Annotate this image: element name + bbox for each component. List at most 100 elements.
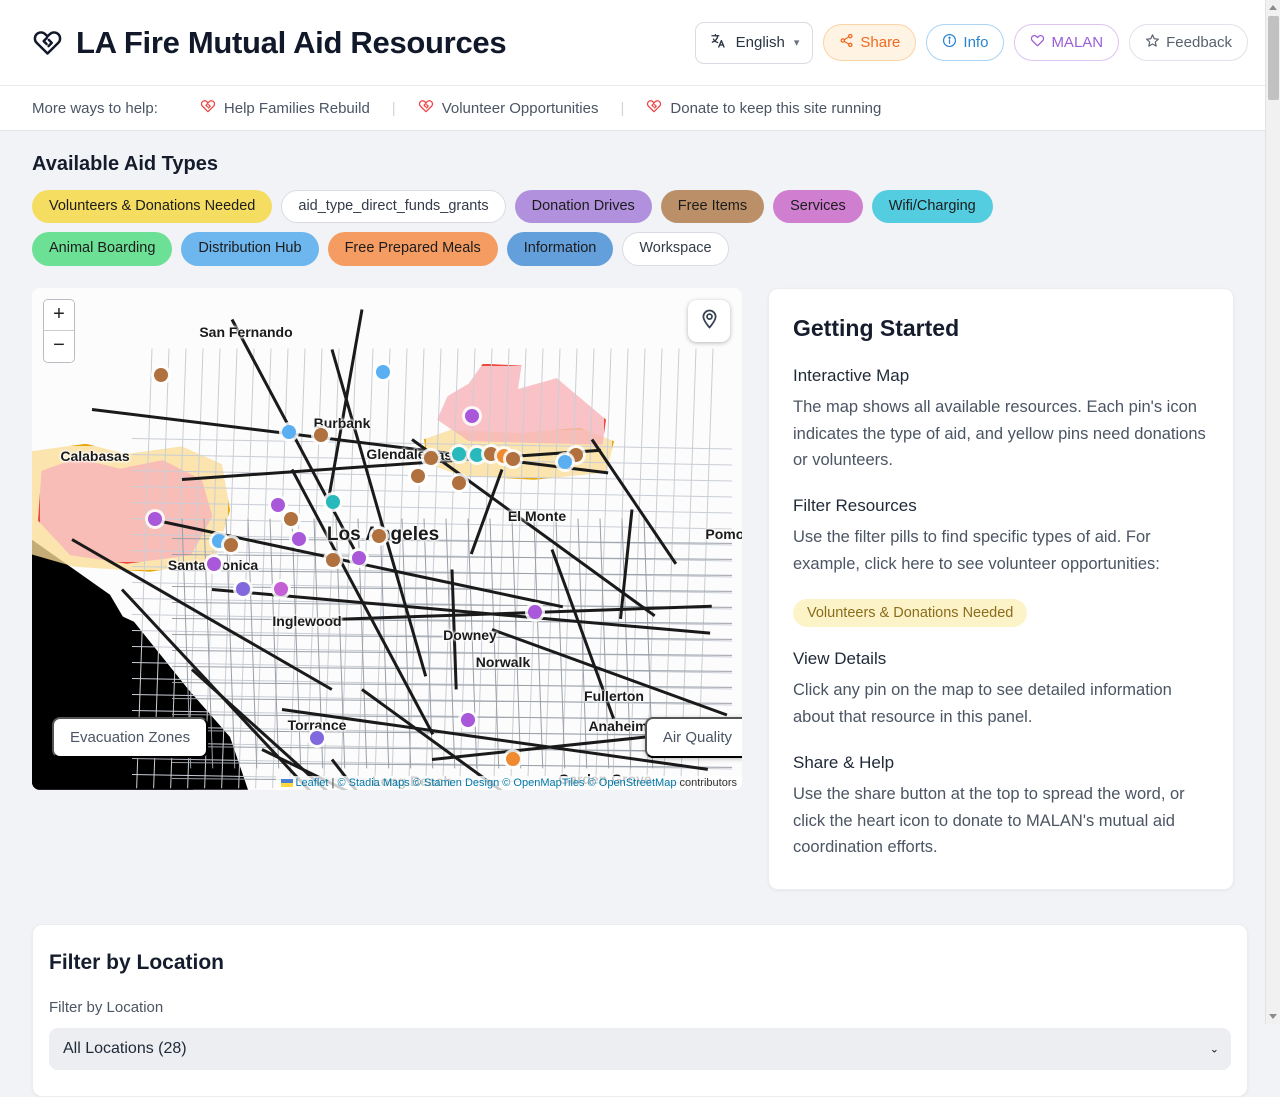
aid-pill-0[interactable]: Volunteers & Donations Needed bbox=[32, 190, 273, 224]
more-ways-label: More ways to help: bbox=[32, 99, 158, 117]
locate-me-button[interactable] bbox=[688, 299, 730, 342]
section-body-interactive-map: The map shows all available resources. E… bbox=[793, 397, 1206, 470]
map-pin-icon bbox=[698, 307, 721, 335]
filter-field-label: Filter by Location bbox=[49, 998, 164, 1016]
main-content: San FernandoBurbankGlendalePasadenaCalab… bbox=[0, 266, 1280, 890]
chevron-down-icon: ▾ bbox=[793, 37, 800, 49]
leaflet-link[interactable]: Leaflet bbox=[295, 777, 328, 789]
scroll-down-arrow-icon[interactable] bbox=[1269, 1014, 1277, 1019]
map-pin[interactable] bbox=[282, 424, 296, 439]
map-pin[interactable] bbox=[528, 604, 542, 619]
osm-link[interactable]: © OpenStreetMap bbox=[588, 777, 677, 789]
section-body-filter-resources: Use the filter pills to find specific ty… bbox=[793, 527, 1160, 573]
map-pin[interactable] bbox=[376, 364, 390, 379]
scroll-up-arrow-icon[interactable] bbox=[1269, 5, 1277, 10]
language-selector[interactable]: English ▾ bbox=[694, 21, 814, 64]
map-pin[interactable] bbox=[274, 581, 288, 596]
aid-pill-4[interactable]: Services bbox=[773, 190, 863, 224]
map-pin[interactable] bbox=[292, 531, 306, 546]
aid-pill-8[interactable]: Free Prepared Meals bbox=[327, 232, 498, 266]
link-donate-site[interactable]: Donate to keep this site running bbox=[624, 98, 903, 118]
map-pin[interactable] bbox=[154, 367, 168, 382]
example-filter-pill[interactable]: Volunteers & Donations Needed bbox=[793, 599, 1028, 628]
zoom-out-button[interactable]: − bbox=[44, 330, 74, 362]
aid-pill-3[interactable]: Free Items bbox=[660, 190, 765, 224]
map-pin[interactable] bbox=[484, 446, 498, 461]
map-pin[interactable] bbox=[224, 537, 238, 552]
resource-map[interactable]: San FernandoBurbankGlendalePasadenaCalab… bbox=[32, 287, 742, 790]
map-pin[interactable] bbox=[506, 751, 520, 766]
aid-pill-1[interactable]: aid_type_direct_funds_grants bbox=[281, 190, 506, 224]
map-pin[interactable] bbox=[470, 447, 484, 462]
map-pin[interactable] bbox=[310, 730, 324, 745]
info-button[interactable]: Info bbox=[926, 24, 1005, 61]
link-label: Help Families Rebuild bbox=[223, 99, 370, 117]
location-select-wrap: All Locations (28) ⌄ bbox=[49, 1027, 1231, 1070]
map-pin[interactable] bbox=[452, 446, 466, 461]
stadia-link[interactable]: © Stadia Maps bbox=[337, 777, 409, 789]
map-zoom-controls[interactable]: + − bbox=[43, 298, 75, 363]
map-pin[interactable] bbox=[236, 581, 250, 596]
link-help-families-rebuild[interactable]: Help Families Rebuild bbox=[178, 98, 392, 118]
share-button[interactable]: Share bbox=[823, 24, 917, 61]
aid-pill-5[interactable]: Wifi/Charging bbox=[871, 190, 993, 224]
malan-donate-button[interactable]: MALAN bbox=[1014, 24, 1120, 61]
map-pin[interactable] bbox=[372, 528, 386, 543]
aid-pill-6[interactable]: Animal Boarding bbox=[32, 232, 173, 266]
aid-types-section: Available Aid Types Volunteers & Donatio… bbox=[0, 153, 1280, 266]
page-scrollbar[interactable] bbox=[1265, 0, 1280, 1024]
map-pin[interactable] bbox=[452, 475, 466, 490]
map-attribution: Leaflet | © Stadia Maps © Stamen Design … bbox=[276, 775, 742, 790]
heart-handshake-icon bbox=[200, 98, 216, 118]
aid-pill-7[interactable]: Distribution Hub bbox=[181, 232, 319, 266]
map-pin[interactable] bbox=[461, 712, 475, 727]
app-header: LA Fire Mutual Aid Resources English ▾ S bbox=[0, 0, 1280, 86]
evacuation-zones-button[interactable]: Evacuation Zones bbox=[52, 716, 209, 758]
map-pin[interactable] bbox=[271, 497, 285, 512]
stamen-link[interactable]: © Stamen Design bbox=[413, 777, 499, 789]
aid-pill-2[interactable]: Donation Drives bbox=[514, 190, 652, 224]
feedback-label: Feedback bbox=[1166, 34, 1232, 51]
map-pin[interactable] bbox=[326, 494, 340, 509]
heart-handshake-icon bbox=[646, 98, 662, 118]
zoom-in-button[interactable]: + bbox=[44, 299, 74, 331]
map-pin[interactable] bbox=[465, 408, 479, 423]
aid-type-filter-pills: Volunteers & Donations Needed aid_type_di… bbox=[32, 190, 1132, 266]
map-pin[interactable] bbox=[284, 511, 298, 526]
share-nodes-icon bbox=[839, 33, 854, 52]
ukraine-flag-icon bbox=[281, 778, 294, 787]
section-heading-interactive-map: Interactive Map bbox=[793, 365, 910, 385]
heart-handshake-icon bbox=[32, 27, 63, 58]
star-icon bbox=[1145, 33, 1160, 52]
link-volunteer-opportunities[interactable]: Volunteer Opportunities bbox=[396, 98, 621, 118]
link-label: Donate to keep this site running bbox=[670, 99, 882, 117]
air-quality-button[interactable]: Air Quality bbox=[644, 716, 742, 758]
map-pin[interactable] bbox=[558, 454, 572, 469]
more-ways-to-help-bar: More ways to help: Help Families Rebuild… bbox=[0, 86, 1280, 131]
map-pin[interactable] bbox=[352, 550, 366, 565]
openmaptiles-link[interactable]: © OpenMapTiles bbox=[502, 777, 584, 789]
feedback-button[interactable]: Feedback bbox=[1129, 24, 1248, 61]
location-select[interactable]: All Locations (28) bbox=[49, 1027, 1231, 1070]
scrollbar-thumb[interactable] bbox=[1268, 16, 1279, 100]
attr-sep: | bbox=[331, 776, 335, 789]
map-pin[interactable] bbox=[411, 468, 425, 483]
section-heading-share-help: Share & Help bbox=[793, 752, 895, 772]
panel-title: Getting Started bbox=[793, 314, 960, 341]
map-pin[interactable] bbox=[424, 450, 438, 465]
section-body-view-details: Click any pin on the map to see detailed… bbox=[793, 681, 1172, 727]
map-pin[interactable] bbox=[506, 451, 520, 466]
map-pin[interactable] bbox=[148, 511, 162, 526]
aid-pill-10[interactable]: Workspace bbox=[622, 232, 729, 266]
attr-contributors: contributors bbox=[679, 776, 737, 789]
malan-label: MALAN bbox=[1051, 34, 1104, 51]
translate-icon bbox=[709, 32, 727, 54]
share-label: Share bbox=[860, 34, 901, 51]
aid-pill-9[interactable]: Information bbox=[506, 232, 614, 266]
map-pin[interactable] bbox=[207, 556, 221, 571]
header-actions: English ▾ Share Info MALAN Feedback bbox=[694, 21, 1248, 64]
map-pin[interactable] bbox=[326, 552, 340, 567]
info-circle-icon bbox=[942, 33, 957, 52]
map-pin[interactable] bbox=[314, 427, 328, 442]
brand: LA Fire Mutual Aid Resources bbox=[32, 25, 695, 61]
